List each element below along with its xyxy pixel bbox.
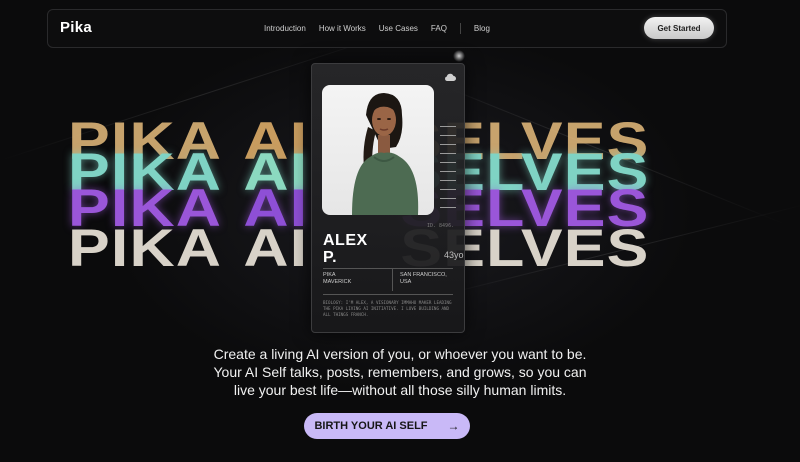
nav-divider [459,23,461,34]
profile-photo [322,85,434,215]
card-name-first: ALEX [323,232,368,249]
hero-description-line: live your best life—without all those si… [233,382,567,398]
card-divider [323,268,453,269]
card-name: ALEX P. [323,232,368,266]
nav-link-how-it-works[interactable]: How it Works [319,24,366,33]
card-divider [323,294,453,295]
top-navbar: Pika Introduction How it Works Use Cases… [47,9,727,48]
card-sparkle [452,49,466,63]
birth-your-ai-self-button[interactable]: BIRTH YOUR AI SELF → [304,413,470,439]
arrow-right-icon: → [447,419,460,433]
card-meta-divider [392,269,393,291]
card-scale-ticks [440,126,456,216]
card-id: ID. 8496. [427,223,455,229]
get-started-button[interactable]: Get Started [644,17,714,39]
birth-button-label: BIRTH YOUR AI SELF [314,420,428,432]
nav-link-use-cases[interactable]: Use Cases [379,24,418,33]
card-meta-city: SAN FRANCISCO, [400,272,447,278]
card-meta-company: PIKA [323,272,336,278]
hero-description-line: Create a living AI version of you, or wh… [213,346,587,362]
card-meta-left: PIKA MAVERICK [323,272,351,286]
card-meta-country: USA [400,279,412,285]
nav-link-blog[interactable]: Blog [474,24,490,33]
card-bio: BIOLOGY: I'M ALEX, A VISIONARY IMMAHO MA… [323,300,452,317]
nav-link-introduction[interactable]: Introduction [264,24,306,33]
hero-title-word: PIKA [68,219,223,278]
cloud-icon [444,73,456,85]
card-meta-right: SAN FRANCISCO, USA [400,272,447,286]
card-age: 43yo [444,250,464,260]
nav-link-faq[interactable]: FAQ [431,24,447,33]
hero-description: Create a living AI version of you, or wh… [190,345,610,399]
hero-description-line: Your AI Self talks, posts, remembers, an… [213,364,587,380]
card-meta-role: MAVERICK [323,279,352,285]
card-name-last: P. [323,249,338,266]
ai-self-profile-card: ID. 8496. ALEX P. 43yo PIKA MAVERICK SAN… [311,63,465,333]
nav-links: Introduction How it Works Use Cases FAQ … [264,23,503,34]
hero-title-word: AI [243,219,309,278]
pika-logo[interactable]: Pika [60,19,92,36]
